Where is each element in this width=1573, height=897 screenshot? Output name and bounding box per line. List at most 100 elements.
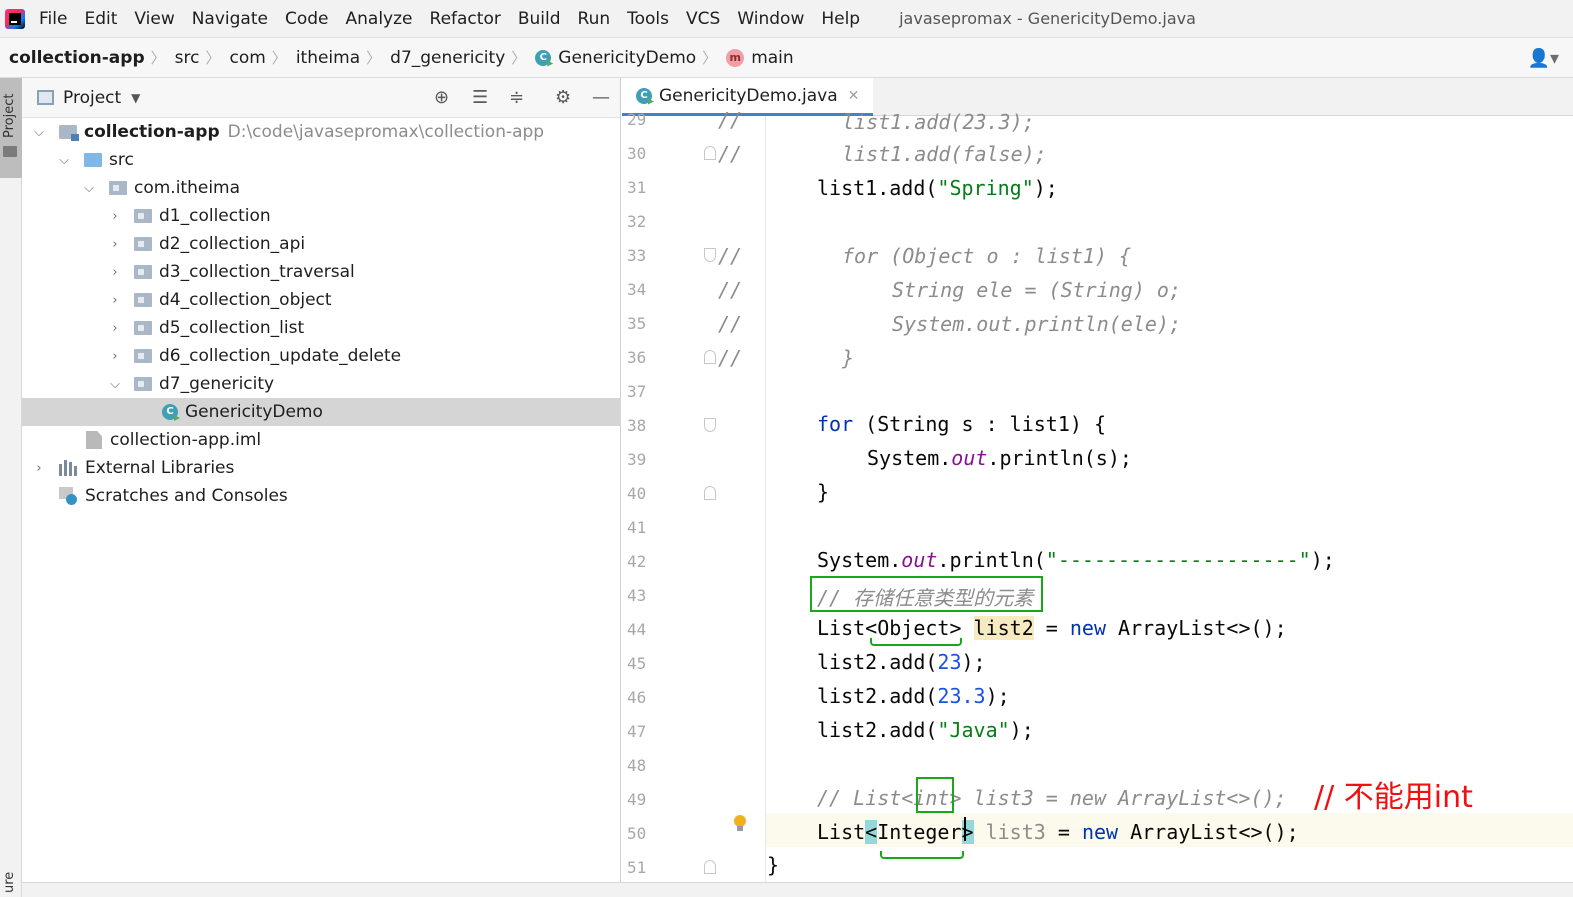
tree-item-package[interactable]: › d1_collection: [22, 202, 621, 230]
project-panel-header: Project ▼ ⊕ ☰ ≑ ⚙ —: [22, 78, 620, 118]
code-line-35[interactable]: System.out.println(ele);: [892, 312, 1181, 336]
chevron-down-icon[interactable]: ⌵: [108, 377, 122, 392]
chevron-down-icon[interactable]: ⌵: [82, 181, 96, 196]
package-icon: [134, 321, 152, 335]
chevron-right-icon[interactable]: ›: [32, 461, 46, 476]
fold-marker-icon[interactable]: [704, 418, 716, 432]
code-line-42[interactable]: System.out.println("--------------------…: [817, 548, 1335, 572]
menu-vcs[interactable]: VCS: [686, 9, 720, 29]
user-icon[interactable]: 👤▾: [1528, 48, 1559, 69]
code-line-39[interactable]: System.out.println(s);: [867, 446, 1132, 470]
menu-help[interactable]: Help: [821, 9, 860, 29]
menu-analyze[interactable]: Analyze: [346, 9, 413, 29]
menu-refactor[interactable]: Refactor: [430, 9, 501, 29]
tab-genericity-demo[interactable]: C GenericityDemo.java ✕: [622, 78, 874, 116]
fold-marker-icon[interactable]: [704, 350, 716, 364]
gutter-comment-marker: //: [718, 312, 743, 336]
fold-marker-icon[interactable]: [704, 486, 716, 500]
menu-bar: File Edit View Navigate Code Analyze Ref…: [0, 0, 1573, 38]
tree-item-package[interactable]: › d5_collection_list: [22, 314, 621, 342]
tree-item-iml[interactable]: collection-app.iml: [22, 426, 621, 454]
code-line-45[interactable]: list2.add(23);: [817, 650, 986, 674]
structure-tool-label[interactable]: ure: [2, 872, 17, 893]
project-tool-button[interactable]: Project: [0, 78, 22, 178]
code-line-51[interactable]: }: [767, 853, 779, 877]
code-line-36[interactable]: }: [842, 346, 854, 370]
project-view-title[interactable]: Project: [63, 88, 121, 108]
breadcrumb-project[interactable]: collection-app 〉: [0, 47, 166, 68]
tree-item-package[interactable]: › d6_collection_update_delete: [22, 342, 621, 370]
fold-marker-icon[interactable]: [704, 860, 716, 874]
menu-edit[interactable]: Edit: [84, 9, 117, 29]
tree-item-class-selected[interactable]: C GenericityDemo: [22, 398, 621, 426]
menu-run[interactable]: Run: [578, 9, 611, 29]
lightbulb-icon[interactable]: [733, 815, 747, 831]
code-line-33[interactable]: for (Object o : list1) {: [842, 244, 1131, 268]
minimize-icon[interactable]: —: [592, 88, 610, 108]
tree-item-package[interactable]: › d4_collection_object: [22, 286, 621, 314]
chevron-right-icon[interactable]: ›: [108, 321, 122, 336]
tree-item-label: d3_collection_traversal: [159, 262, 355, 282]
tree-item-module[interactable]: ⌵ collection-app D:\code\javasepromax\co…: [22, 118, 621, 146]
crosshair-icon[interactable]: ⊕: [434, 88, 449, 108]
tree-item-scratches[interactable]: Scratches and Consoles: [22, 482, 621, 510]
chevron-down-icon[interactable]: ▼: [131, 91, 140, 105]
menu-build[interactable]: Build: [518, 9, 561, 29]
scratches-icon: [59, 487, 77, 505]
tree-item-package-root[interactable]: ⌵ com.itheima: [22, 174, 621, 202]
chevron-down-icon[interactable]: ⌵: [57, 153, 71, 168]
libraries-icon: [59, 460, 77, 476]
fold-marker-icon[interactable]: [704, 146, 716, 160]
breadcrumb-itheima[interactable]: itheima 〉: [287, 47, 381, 68]
breadcrumb-class[interactable]: C GenericityDemo 〉: [526, 47, 717, 68]
tree-item-package[interactable]: ⌵ d7_genericity: [22, 370, 621, 398]
chevron-right-icon[interactable]: ›: [108, 265, 122, 280]
gear-icon[interactable]: ⚙: [555, 88, 571, 108]
code-line-46[interactable]: list2.add(23.3);: [817, 684, 1010, 708]
breadcrumb-src[interactable]: src 〉: [166, 47, 221, 68]
chevron-right-icon[interactable]: ›: [108, 293, 122, 308]
tree-item-package[interactable]: › d2_collection_api: [22, 230, 621, 258]
tree-item-src[interactable]: ⌵ src: [22, 146, 621, 174]
close-icon[interactable]: ✕: [848, 88, 860, 104]
code-line-34[interactable]: String ele = (String) o;: [892, 278, 1181, 302]
chevron-right-icon[interactable]: ›: [108, 209, 122, 224]
line-number: 51: [627, 858, 647, 877]
menu-window[interactable]: Window: [737, 9, 804, 29]
code-line-47[interactable]: list2.add("Java");: [817, 718, 1034, 742]
code-line-29[interactable]: list1.add(23.3);: [842, 110, 1035, 134]
package-icon: [134, 237, 152, 251]
gutter-comment-marker: //: [718, 108, 743, 132]
menu-file[interactable]: File: [39, 9, 67, 29]
collapse-all-icon[interactable]: ≑: [509, 88, 524, 108]
chevron-right-icon[interactable]: ›: [108, 237, 122, 252]
code-line-44[interactable]: List<Object> list2 = new ArrayList<>();: [817, 616, 1287, 640]
menu-code[interactable]: Code: [285, 9, 329, 29]
code-line-31[interactable]: list1.add("Spring");: [817, 176, 1058, 200]
menu-navigate[interactable]: Navigate: [192, 9, 268, 29]
tree-item-external-libraries[interactable]: › External Libraries: [22, 454, 621, 482]
expand-all-icon[interactable]: ☰: [472, 88, 488, 108]
package-icon: [134, 293, 152, 307]
code-line-40[interactable]: }: [817, 480, 829, 504]
menu-view[interactable]: View: [134, 9, 174, 29]
code-line-30[interactable]: list1.add(false);: [842, 142, 1047, 166]
tree-item-label: External Libraries: [85, 458, 235, 478]
breadcrumb-package[interactable]: d7_genericity 〉: [381, 47, 526, 68]
chevron-right-icon[interactable]: ›: [108, 349, 122, 364]
breadcrumb-com[interactable]: com 〉: [220, 47, 286, 68]
tree-item-package[interactable]: › d3_collection_traversal: [22, 258, 621, 286]
module-folder-icon: [59, 125, 79, 141]
code-line-50[interactable]: List<Integer> list3 = new ArrayList<>();: [817, 820, 1299, 844]
tree-item-label: GenericityDemo: [185, 402, 323, 422]
line-number: 43: [627, 586, 647, 605]
project-panel: Project ▼ ⊕ ☰ ≑ ⚙ — ⌵ collection-app D:\…: [22, 78, 621, 882]
breadcrumb: collection-app 〉 src 〉 com 〉 itheima 〉 d7_ge…: [0, 38, 1573, 78]
menu-tools[interactable]: Tools: [627, 9, 669, 29]
fold-marker-icon[interactable]: [704, 248, 716, 262]
breadcrumb-method[interactable]: m main: [717, 48, 794, 68]
tree-item-label: d1_collection: [159, 206, 271, 226]
chevron-down-icon[interactable]: ⌵: [32, 125, 46, 140]
code-line-49[interactable]: // List<int> list3 = new ArrayList<>();: [817, 786, 1287, 810]
code-line-38[interactable]: for (String s : list1) {: [817, 412, 1106, 436]
